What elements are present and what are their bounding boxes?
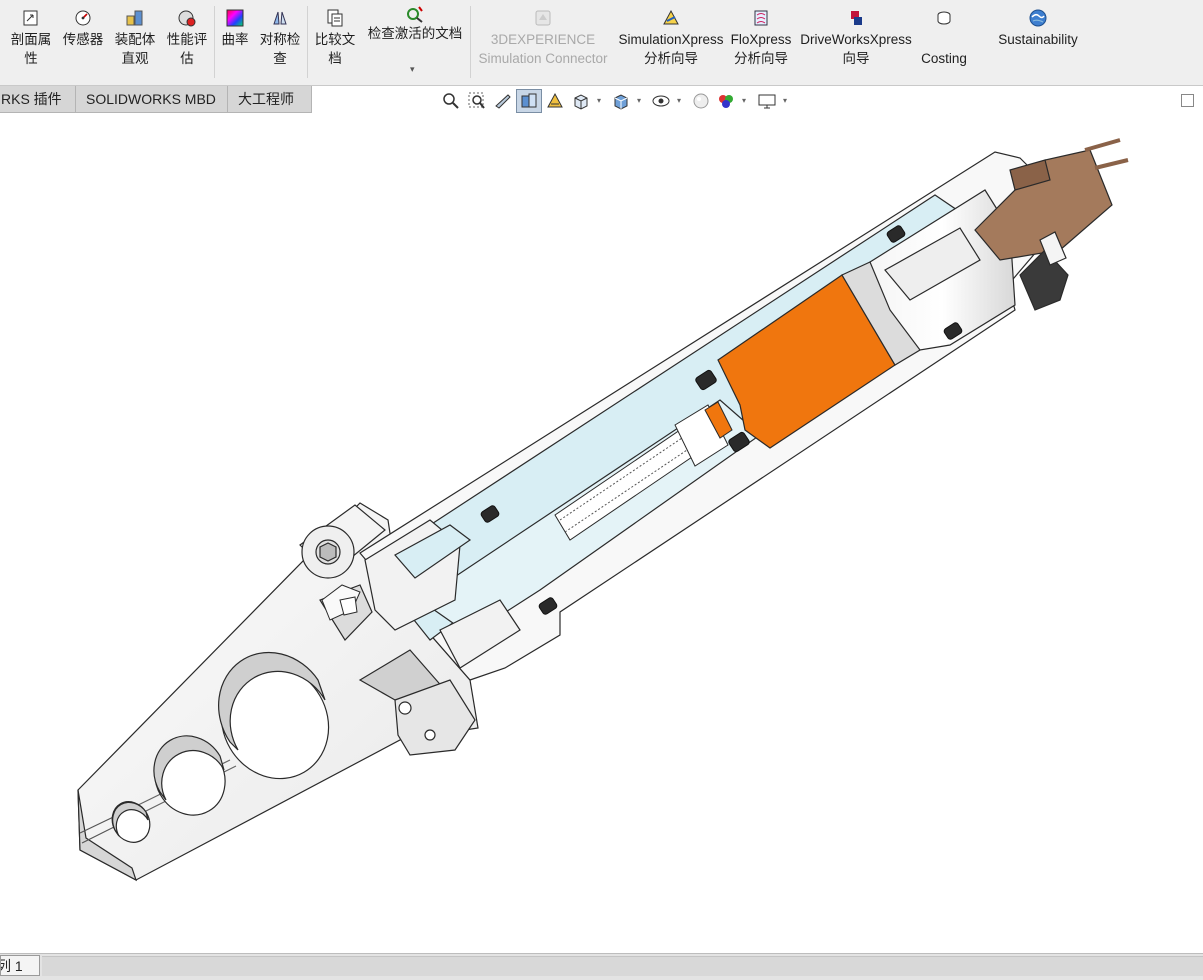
- graphics-area[interactable]: [0, 114, 1203, 952]
- sensor-button[interactable]: 传感器: [58, 0, 108, 84]
- tab-label: SOLIDWORKS MBD: [86, 91, 216, 107]
- dynamic-annotation-views-icon[interactable]: [545, 91, 565, 111]
- section-view-icon[interactable]: [519, 91, 539, 111]
- apply-scene-dropdown-icon[interactable]: ▾: [742, 96, 746, 105]
- section-properties-button[interactable]: 剖面属 性: [4, 0, 58, 84]
- ribbon-separator: [307, 6, 308, 78]
- curvature-button[interactable]: 曲率: [217, 0, 253, 84]
- 3dexperience-icon: [535, 10, 551, 26]
- tab-solidworks-addins[interactable]: RKS 插件: [0, 86, 76, 113]
- performance-evaluation-icon: [178, 10, 196, 27]
- hide-show-dropdown-icon[interactable]: ▾: [677, 96, 681, 105]
- driveworksxpress-button[interactable]: DriveWorksXpress 向导: [797, 0, 915, 84]
- driveworksxpress-icon: [851, 11, 862, 25]
- sheet-tab-label: 列 1: [1, 958, 23, 974]
- view-orientation-dropdown-icon[interactable]: ▾: [597, 96, 601, 105]
- compare-documents-button[interactable]: 比较文 档: [310, 0, 360, 84]
- view-orientation-icon[interactable]: [571, 91, 591, 111]
- simulationxpress-button[interactable]: SimulationXpress 分析向导: [615, 0, 727, 84]
- floxpress-button[interactable]: FloXpress 分析向导: [728, 0, 794, 84]
- zoom-to-fit-icon[interactable]: [441, 91, 461, 111]
- sustainability-icon: [1029, 9, 1047, 27]
- check-active-document-button[interactable]: 检查激活的文档: [362, 0, 468, 84]
- 3dexperience-simulation-connector-button[interactable]: 3DEXPERIENCE Simulation Connector: [474, 0, 612, 84]
- view-settings-dropdown-icon[interactable]: ▾: [783, 96, 787, 105]
- zoom-to-area-icon[interactable]: [467, 91, 487, 111]
- section-properties-icon: [23, 10, 38, 26]
- tab-label: RKS 插件: [1, 91, 62, 107]
- section-view-model: [77, 138, 1129, 882]
- ribbon-separator: [214, 6, 215, 78]
- horizontal-scrollbar[interactable]: [42, 956, 1203, 976]
- command-manager-ribbon: 剖面属 性 传感器 装配体 直观 性能评 估 曲率 对称检 查 比较文 档 检查…: [0, 0, 1203, 86]
- collapse-panel-icon[interactable]: [1181, 94, 1194, 107]
- floxpress-icon: [754, 10, 768, 26]
- display-style-dropdown-icon[interactable]: ▾: [637, 96, 641, 105]
- assembly-visualization-button[interactable]: 装配体 直观: [108, 0, 162, 84]
- sustainability-button[interactable]: Sustainability: [990, 0, 1086, 84]
- symmetry-check-button[interactable]: 对称检 查: [255, 0, 305, 84]
- view-settings-icon[interactable]: [757, 91, 777, 111]
- compare-documents-icon: [327, 9, 343, 27]
- performance-evaluation-button[interactable]: 性能评 估: [162, 0, 212, 84]
- tab-label: 大工程师: [238, 91, 294, 107]
- ribbon-separator: [470, 6, 471, 78]
- sheet-tab[interactable]: 列 1: [0, 955, 40, 976]
- check-active-document-dropdown-icon[interactable]: ▾: [410, 64, 415, 75]
- check-active-document-icon: [407, 6, 423, 23]
- simulationxpress-icon: [663, 9, 679, 25]
- sensor-icon: [75, 10, 91, 26]
- costing-icon: [937, 11, 951, 25]
- hide-show-items-icon[interactable]: [651, 91, 671, 111]
- edit-appearance-icon[interactable]: [691, 91, 711, 111]
- assembly-visualization-icon: [126, 10, 143, 26]
- curvature-icon: [226, 9, 244, 27]
- apply-scene-icon[interactable]: [716, 91, 736, 111]
- costing-button[interactable]: Costing: [915, 0, 973, 84]
- tab-solidworks-mbd[interactable]: SOLIDWORKS MBD: [75, 86, 228, 113]
- display-style-icon[interactable]: [611, 91, 631, 111]
- tab-big-engineer[interactable]: 大工程师: [227, 86, 312, 113]
- previous-view-icon[interactable]: [493, 91, 513, 111]
- symmetry-check-icon: [273, 11, 287, 25]
